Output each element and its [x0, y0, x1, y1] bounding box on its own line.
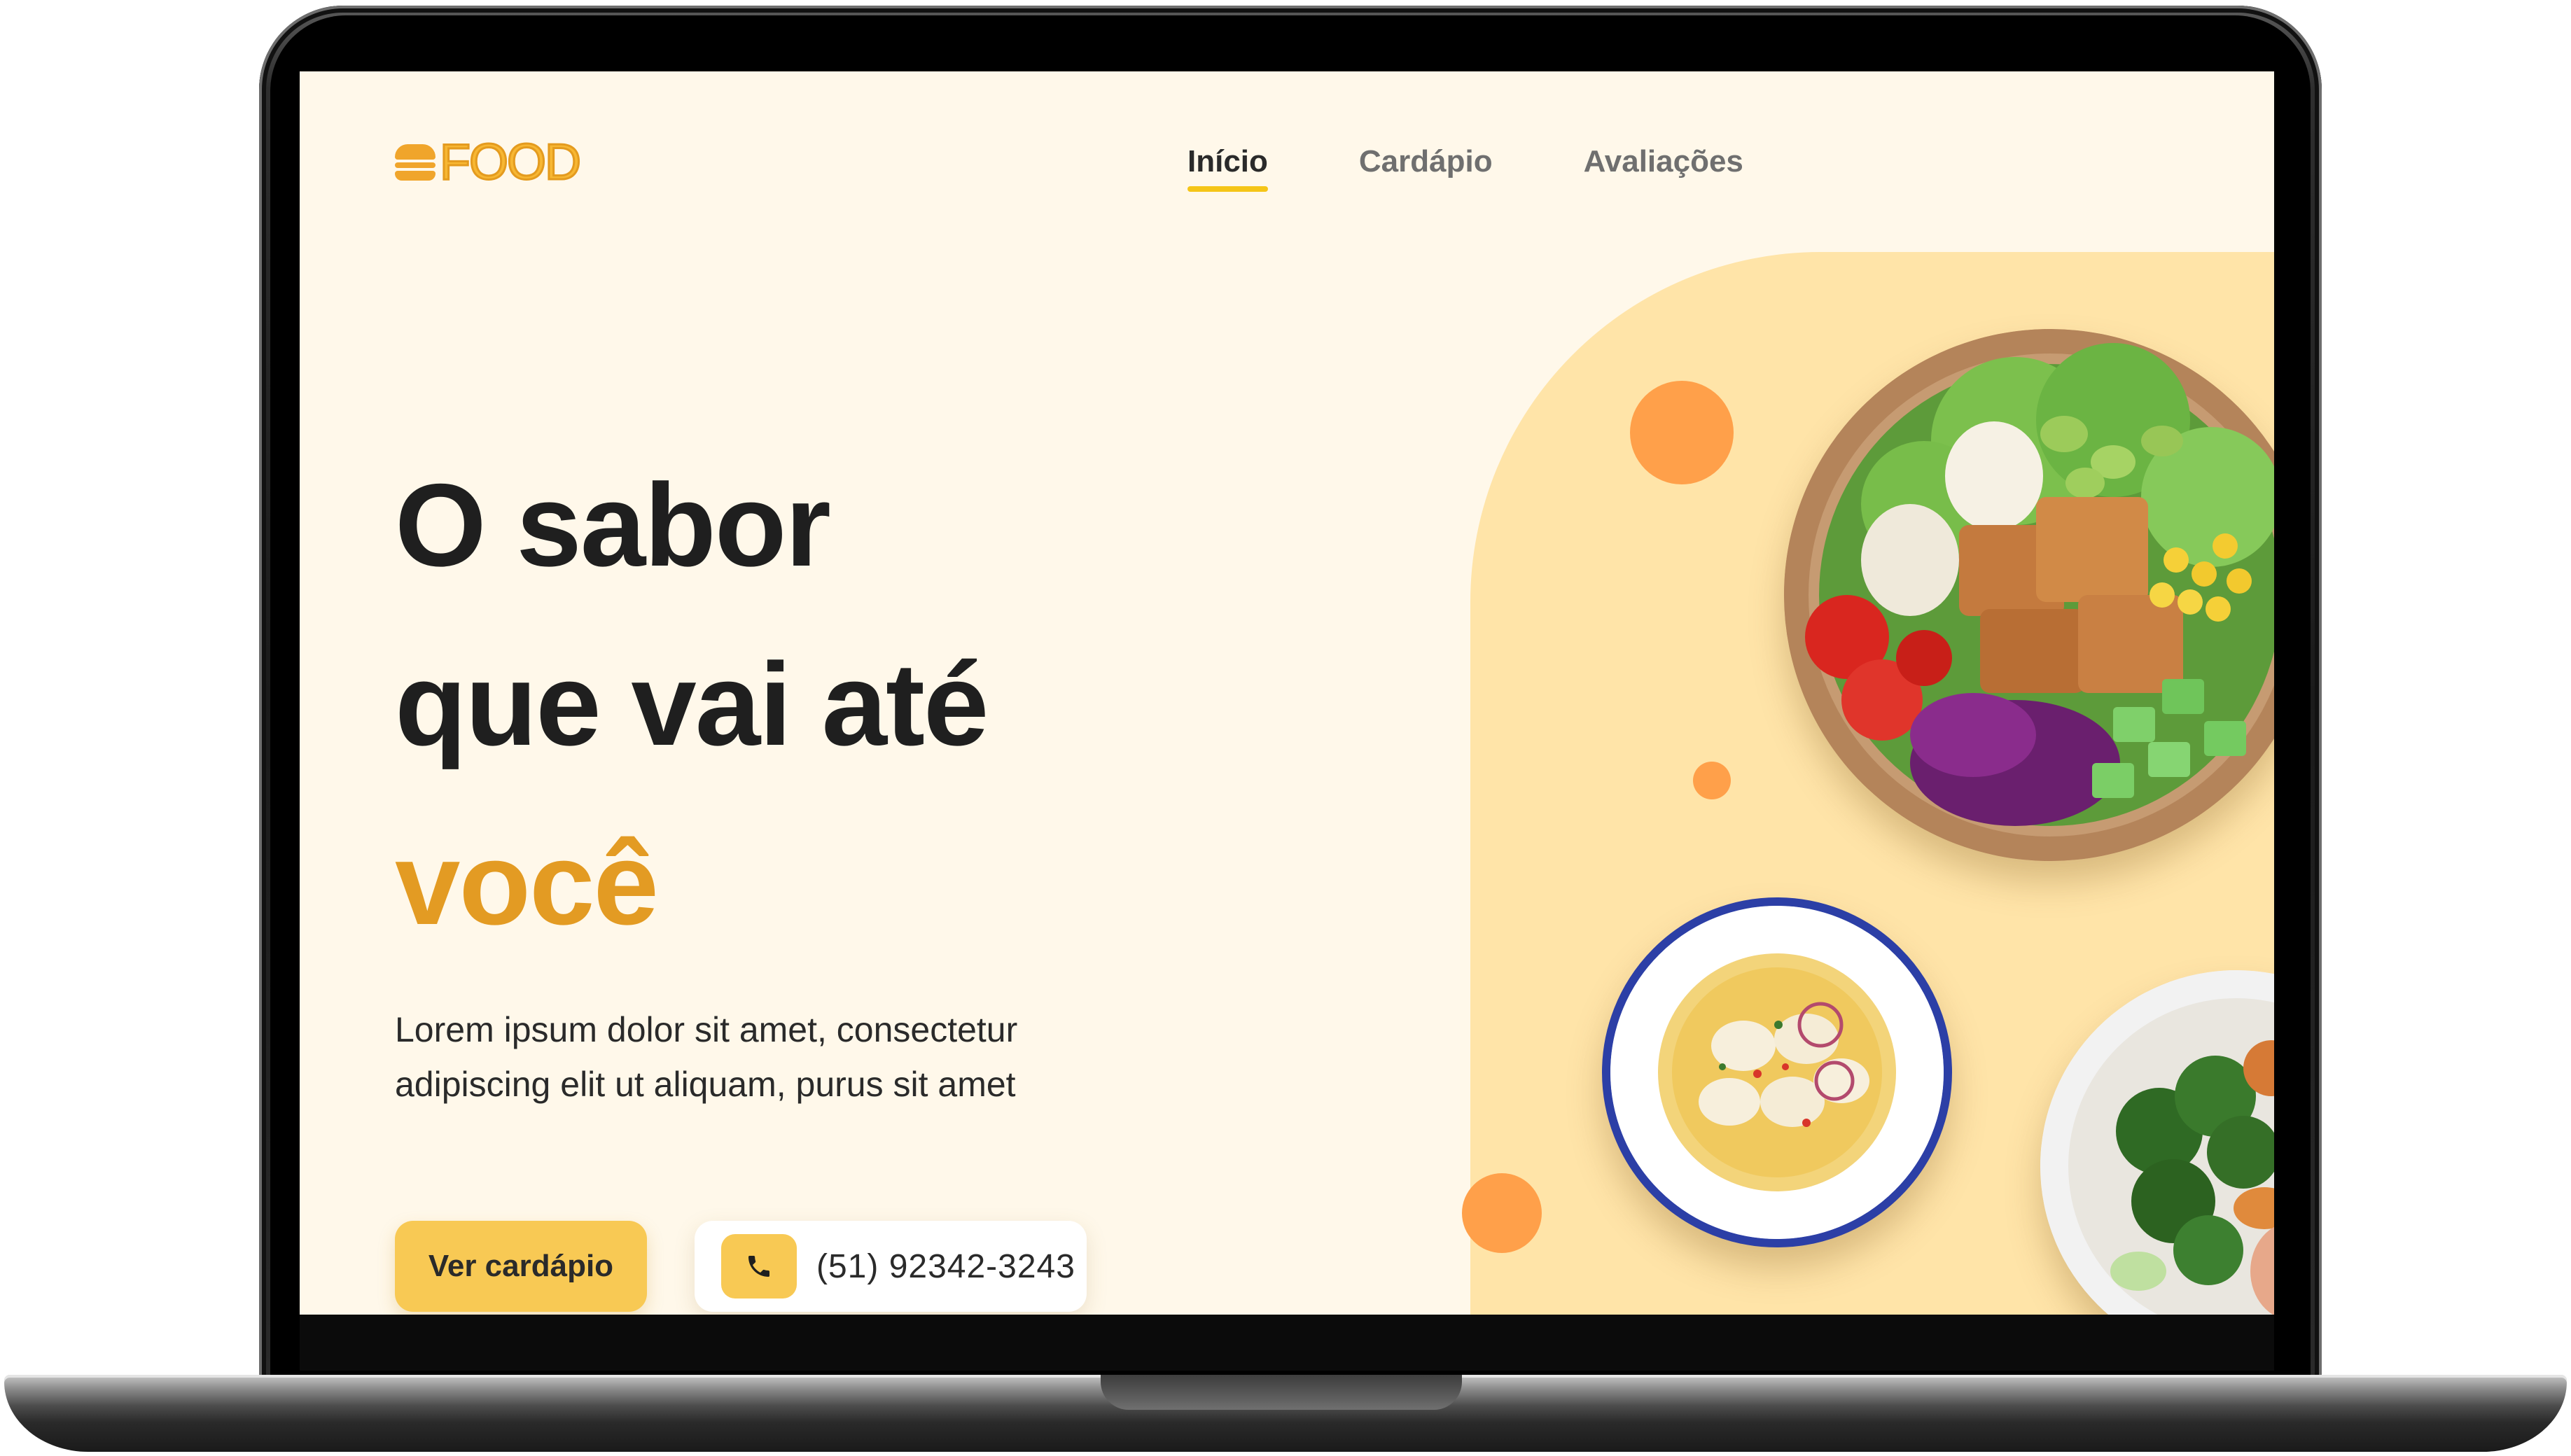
- burger-icon: [395, 144, 436, 181]
- hero-title: O sabor que vai até você: [395, 435, 989, 973]
- hero-description: Lorem ipsum dolor sit amet, consectetur …: [395, 1010, 1018, 1104]
- hero-title-line-1: O sabor: [395, 459, 831, 591]
- logo-text: FOOD: [439, 134, 583, 190]
- phone-number: (51) 92342-3243: [816, 1247, 1075, 1285]
- main-nav: Início Cardápio Avaliações: [1187, 144, 1743, 192]
- laptop-notch: [1101, 1375, 1462, 1410]
- decorative-dot: [1630, 381, 1734, 484]
- laptop-mockup: FOOD Início Cardápio Avaliações O sabor …: [0, 0, 2571, 1456]
- nav-item-cardapio[interactable]: Cardápio: [1359, 144, 1493, 192]
- laptop-chin: [300, 1315, 2274, 1371]
- brand-logo[interactable]: FOOD: [395, 134, 583, 190]
- decorative-dot: [1462, 1173, 1542, 1253]
- ceviche-bowl-image: [1602, 897, 1952, 1247]
- hero-title-accent: você: [395, 818, 659, 949]
- phone-button[interactable]: (51) 92342-3243: [695, 1221, 1087, 1312]
- view-menu-button[interactable]: Ver cardápio: [395, 1221, 647, 1312]
- nav-item-inicio[interactable]: Início: [1187, 144, 1268, 192]
- hero-title-line-2: que vai até: [395, 638, 989, 770]
- nav-item-avaliacoes[interactable]: Avaliações: [1584, 144, 1743, 192]
- decorative-dot: [1693, 762, 1731, 799]
- phone-icon: [721, 1234, 797, 1298]
- website-screen: FOOD Início Cardápio Avaliações O sabor …: [300, 71, 2274, 1315]
